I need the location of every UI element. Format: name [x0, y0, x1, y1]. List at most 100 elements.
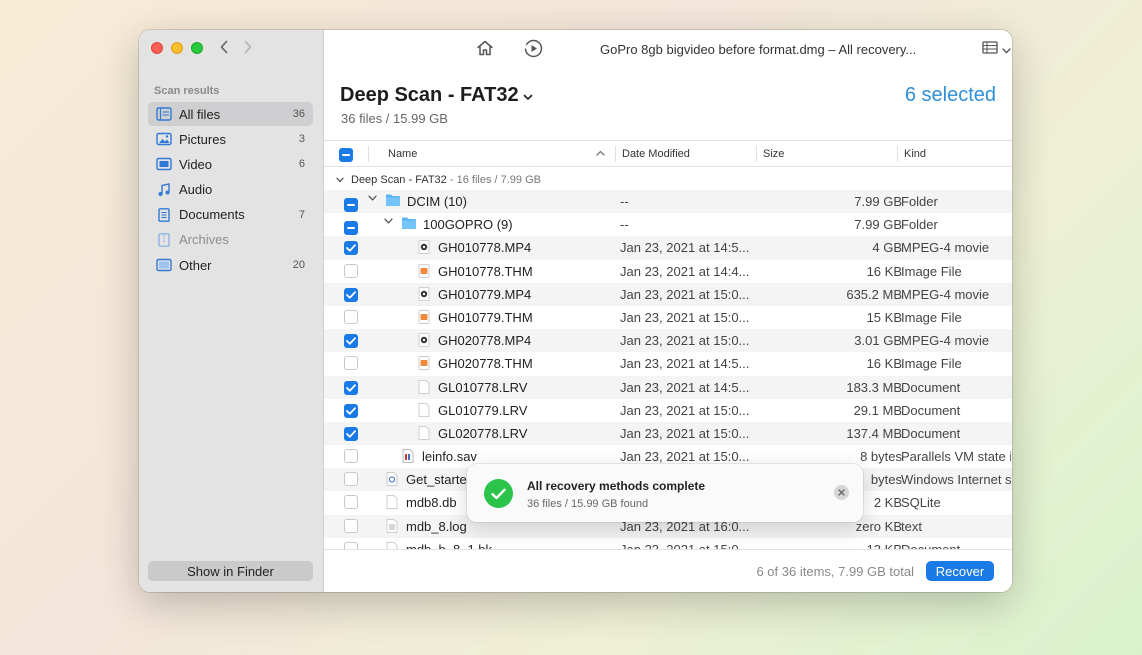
file-name: GH020778.MP4: [438, 333, 532, 349]
close-icon[interactable]: [834, 485, 849, 500]
file-name: mdb_8.log: [406, 518, 467, 534]
back-icon[interactable]: [219, 39, 229, 57]
sidebar-item-pictures[interactable]: Pictures 3: [148, 127, 313, 151]
row-checkbox[interactable]: [344, 426, 358, 441]
file-kind: Image File: [901, 263, 962, 279]
selected-count: 6 selected: [904, 84, 996, 106]
file-date: --: [620, 217, 629, 233]
file-size: 15 KB: [866, 309, 902, 325]
video-icon: [156, 157, 172, 171]
table-row[interactable]: GH020778.MP4 Jan 23, 2021 at 15:0... 3.0…: [324, 329, 1012, 353]
archives-icon: [156, 233, 172, 247]
recover-button[interactable]: Recover: [926, 561, 994, 581]
vm-state-file-icon: [402, 449, 414, 466]
column-header-name[interactable]: Name: [388, 148, 417, 160]
file-date: Jan 23, 2021 at 15:0...: [620, 449, 750, 465]
minimize-window-button[interactable]: [171, 42, 183, 54]
group-info-separator: -: [449, 174, 457, 186]
table-row[interactable]: GH010778.THM Jan 23, 2021 at 14:4... 16 …: [324, 260, 1012, 283]
file-date: Jan 23, 2021 at 14:4...: [620, 263, 750, 279]
table-row[interactable]: GH010778.MP4 Jan 23, 2021 at 14:5... 4 G…: [324, 236, 1012, 260]
row-checkbox[interactable]: [344, 380, 358, 395]
window-title: GoPro 8gb bigvideo before format.dmg – A…: [600, 42, 917, 57]
table-row[interactable]: GH010779.MP4 Jan 23, 2021 at 15:0... 635…: [324, 282, 1012, 306]
group-header[interactable]: Deep Scan - FAT32 - 16 files / 7.99 GB: [324, 171, 1012, 189]
row-checkbox[interactable]: [344, 403, 358, 418]
chevron-down-icon: [523, 84, 533, 107]
sidebar-item-video[interactable]: Video 6: [148, 152, 313, 176]
sidebar: Scan results All files 36 Pictures 3 Vid…: [139, 30, 324, 592]
movie-file-icon: [418, 240, 430, 257]
sidebar-item-count: 36: [292, 108, 305, 120]
file-name: Get_starte: [406, 472, 467, 488]
window-controls: [151, 42, 203, 54]
folder-icon: [401, 216, 417, 233]
list-view-icon: [982, 41, 998, 59]
file-size: 4 GB: [872, 240, 902, 256]
file-name: GH010778.MP4: [438, 240, 532, 256]
file-date: Jan 23, 2021 at 15:0...: [620, 425, 750, 441]
resume-scan-icon[interactable]: [524, 39, 543, 58]
movie-file-icon: [418, 333, 430, 350]
scan-title[interactable]: Deep Scan - FAT32: [340, 84, 533, 107]
file-size: zero KB: [855, 518, 902, 534]
sidebar-item-label: Pictures: [179, 131, 226, 147]
file-kind: MPEG-4 movie: [901, 286, 990, 302]
row-checkbox[interactable]: [344, 240, 358, 256]
all-files-icon: [156, 107, 172, 121]
show-in-finder-button[interactable]: Show in Finder: [148, 561, 313, 581]
table-row[interactable]: GH020778.THM Jan 23, 2021 at 14:5... 16 …: [324, 352, 1012, 375]
document-file-icon: [386, 495, 398, 512]
zoom-window-button[interactable]: [191, 42, 203, 54]
column-header-kind[interactable]: Kind: [904, 148, 926, 160]
row-checkbox[interactable]: [344, 194, 358, 212]
file-date: Jan 23, 2021 at 15:0...: [620, 286, 750, 302]
row-checkbox[interactable]: [344, 217, 358, 236]
app-window: Scan results All files 36 Pictures 3 Vid…: [139, 30, 1012, 592]
scan-title-text: Deep Scan - FAT32: [340, 84, 519, 106]
sidebar-item-documents[interactable]: Documents 7: [148, 203, 313, 227]
sort-ascending-icon[interactable]: [596, 147, 605, 159]
row-checkbox[interactable]: [344, 356, 358, 373]
table-row[interactable]: GL010778.LRV Jan 23, 2021 at 14:5... 183…: [324, 375, 1012, 399]
select-all-checkbox[interactable]: [339, 147, 353, 162]
audio-icon: [156, 182, 172, 197]
close-window-button[interactable]: [151, 42, 163, 54]
file-name: GH010779.THM: [438, 309, 533, 325]
file-kind: Document: [901, 425, 961, 441]
row-checkbox[interactable]: [344, 287, 358, 302]
file-name: GH010779.MP4: [438, 286, 532, 302]
scan-subtitle: 36 files / 15.99 GB: [341, 111, 448, 126]
column-header-size[interactable]: Size: [763, 148, 784, 160]
column-header-date[interactable]: Date Modified: [622, 148, 690, 160]
home-icon[interactable]: [476, 39, 494, 57]
forward-icon[interactable]: [243, 39, 253, 57]
table-row[interactable]: DCIM (10) -- 7.99 GB Folder: [324, 190, 1012, 214]
view-mode-button[interactable]: [982, 41, 1011, 59]
checkbox-checked: [344, 241, 358, 256]
sidebar-item-count: 7: [298, 208, 305, 221]
sidebar-item-audio[interactable]: Audio: [148, 178, 313, 202]
checkbox-checked: [344, 334, 358, 349]
row-checkbox[interactable]: [344, 472, 358, 489]
sidebar-item-other[interactable]: Other 20: [148, 253, 313, 277]
row-checkbox[interactable]: [344, 518, 358, 536]
sidebar-item-count: 20: [292, 259, 305, 272]
row-checkbox[interactable]: [344, 333, 358, 349]
chevron-down-icon[interactable]: [368, 193, 377, 204]
row-checkbox[interactable]: [344, 449, 358, 466]
table-row[interactable]: GL020778.LRV Jan 23, 2021 at 15:0... 137…: [324, 421, 1012, 446]
sidebar-item-all-files[interactable]: All files 36: [148, 102, 313, 126]
file-date: Jan 23, 2021 at 14:5...: [620, 356, 750, 372]
table-row[interactable]: GL010779.LRV Jan 23, 2021 at 15:0... 29.…: [324, 399, 1012, 422]
file-size: 7.99 GB: [854, 217, 902, 233]
checkmark-icon: [484, 479, 513, 508]
row-checkbox[interactable]: [344, 495, 358, 512]
sidebar-item-archives[interactable]: Archives: [148, 228, 313, 252]
chevron-down-icon[interactable]: [384, 216, 393, 227]
row-checkbox[interactable]: [344, 263, 358, 281]
checkbox-checked: [344, 403, 358, 418]
table-row[interactable]: GH010779.THM Jan 23, 2021 at 15:0... 15 …: [324, 306, 1012, 329]
table-row[interactable]: 100GOPRO (9) -- 7.99 GB Folder: [324, 213, 1012, 236]
row-checkbox[interactable]: [344, 309, 358, 327]
